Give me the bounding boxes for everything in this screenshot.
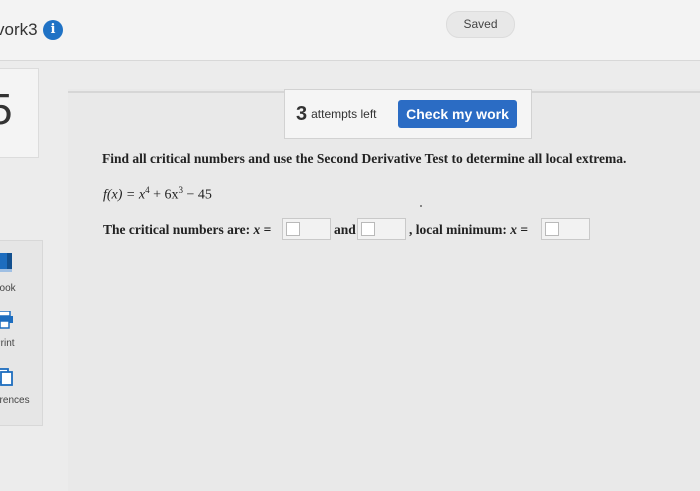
check-my-work-button[interactable]: Check my work <box>398 100 517 128</box>
function-mid: + 6x <box>149 187 179 203</box>
local-minimum-input[interactable] <box>541 218 590 240</box>
equals-2: = <box>517 222 529 237</box>
print-label: Print <box>0 338 15 349</box>
references-label: erences <box>0 395 30 406</box>
local-minimum-label: , local minimum: x = <box>409 222 528 238</box>
book-icon <box>0 252 44 279</box>
answer-row: The critical numbers are: x = and , loca… <box>103 218 598 240</box>
critical-numbers-text: The critical numbers are: <box>103 222 254 237</box>
question-number: 5 <box>0 85 13 134</box>
and-label: and <box>334 222 356 237</box>
attempts-count: 3 <box>296 103 308 125</box>
info-icon[interactable]: i <box>43 20 63 40</box>
attempts-label: attempts left <box>311 107 377 121</box>
stray-dot <box>420 205 422 207</box>
critical-number-input-1[interactable] <box>282 218 331 240</box>
function-expression: f(x) = x4 + 6x3 − 45 <box>103 185 212 204</box>
function-lhs: f(x) = x <box>103 187 146 203</box>
references-icon <box>0 368 44 391</box>
question-prompt: Find all critical numbers and use the Se… <box>102 151 627 166</box>
function-tail: − 45 <box>183 187 212 203</box>
top-bar: vork3 i Saved <box>0 0 700 61</box>
var-x-2: x <box>510 222 517 237</box>
assignment-title: vork3 <box>0 20 38 39</box>
attempts-left: 3 attempts left <box>296 103 377 126</box>
question-number-card[interactable]: 5 <box>0 68 39 158</box>
ebook-tool[interactable]: 3ook <box>0 252 44 294</box>
print-tool[interactable]: Print <box>0 310 44 349</box>
question-panel <box>68 89 700 491</box>
printer-icon <box>0 310 44 334</box>
equals-1: = <box>260 222 272 237</box>
local-min-text: , local minimum: <box>409 222 511 237</box>
critical-numbers-label: The critical numbers are: x = <box>103 222 271 238</box>
ebook-label: 3ook <box>0 283 16 294</box>
saved-status-badge: Saved <box>446 11 515 38</box>
references-tool[interactable]: erences <box>0 368 44 406</box>
critical-number-input-2[interactable] <box>357 218 406 240</box>
